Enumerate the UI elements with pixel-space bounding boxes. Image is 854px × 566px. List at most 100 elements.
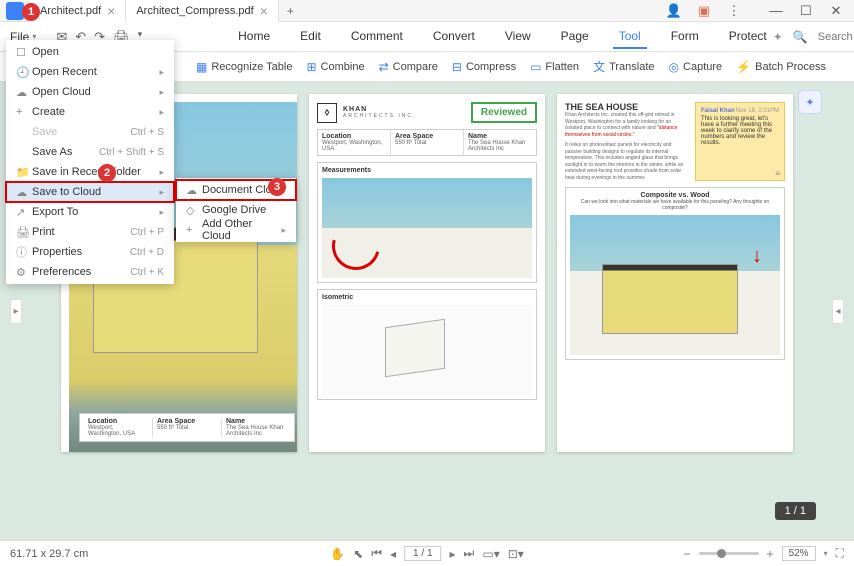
menu-items: Home Edit Comment Convert View Page Tool…: [232, 25, 773, 49]
ai-assistant-button[interactable]: ✦: [798, 90, 822, 114]
menu-form[interactable]: Form: [665, 25, 705, 49]
menu-item-create[interactable]: +Create▸: [6, 102, 174, 122]
callout-badge-1: 1: [22, 3, 40, 21]
expand-right-button[interactable]: ◂: [832, 299, 843, 324]
chevron-right-icon: ▸: [159, 187, 164, 198]
menu-comment[interactable]: Comment: [345, 25, 409, 49]
menu-item-open-recent[interactable]: 🕘Open Recent▸: [6, 62, 174, 82]
zoom-out-icon[interactable]: −: [684, 547, 691, 561]
chevron-right-icon: ▸: [281, 225, 286, 236]
measure-drawing: [322, 178, 532, 278]
iso-box: [385, 319, 445, 377]
fullscreen-icon[interactable]: ⛶: [836, 546, 844, 561]
close-icon[interactable]: ×: [107, 3, 115, 19]
info-label: Location: [88, 418, 148, 425]
menu-label: Open Recent: [32, 66, 159, 78]
next-page-icon[interactable]: ▸: [450, 547, 456, 561]
menu-label: Open Cloud: [32, 86, 159, 98]
tool-flatten[interactable]: ▭Flatten: [530, 60, 579, 74]
select-tool-icon[interactable]: ⬉: [353, 547, 363, 561]
submenu-item-add-other-cloud[interactable]: +Add Other Cloud▸: [176, 220, 296, 240]
tool-compress[interactable]: ⊟Compress: [452, 60, 516, 74]
khan-logo: ⬨: [317, 103, 337, 123]
zoom-slider[interactable]: [699, 552, 759, 555]
menu-item-save-in-recent-folder[interactable]: 📁Save in Recent Folder▸: [6, 162, 174, 182]
menu-protect[interactable]: Protect: [723, 25, 773, 49]
menu-label: Preferences: [32, 266, 130, 278]
page-title: THE SEA HOUSE: [565, 102, 689, 112]
info-val: The Sea House Khan Architects Inc: [468, 140, 532, 152]
last-page-icon[interactable]: ⏭: [464, 546, 475, 561]
comp-drawing: ↓: [570, 215, 780, 355]
zoom-thumb[interactable]: [717, 549, 726, 558]
dimensions-label: 61.71 x 29.7 cm: [10, 548, 88, 560]
add-tab-button[interactable]: +: [279, 4, 302, 18]
submenu-item-google-drive[interactable]: ◇Google Drive: [176, 200, 296, 220]
desc-text: Khan Architects Inc. created this off-gr…: [565, 112, 689, 138]
iso-drawing: [322, 305, 532, 395]
menu-page[interactable]: Page: [555, 25, 595, 49]
menu-item-preferences[interactable]: ⚙PreferencesCtrl + K: [6, 262, 174, 282]
chevron-right-icon: ▸: [159, 87, 164, 98]
prev-page-icon[interactable]: ◂: [390, 547, 396, 561]
isometric-panel: Isometric: [317, 289, 537, 400]
panel-title: Isometric: [322, 294, 532, 301]
menu-item-open[interactable]: ☐Open: [6, 42, 174, 62]
page-number[interactable]: 1 / 1: [404, 546, 441, 561]
kebab-icon[interactable]: ⋮: [720, 1, 748, 21]
menu-label: Open: [32, 46, 164, 58]
menu-icon: 🖨: [16, 226, 32, 239]
search-input[interactable]: [818, 31, 854, 43]
tool-combine[interactable]: ⊞Combine: [306, 60, 364, 74]
menu-view[interactable]: View: [499, 25, 537, 49]
compare-icon: ⇄: [379, 60, 389, 74]
composite-panel: Composite vs. Wood Can we look into what…: [565, 187, 785, 360]
sparkle-icon[interactable]: ✦: [773, 30, 783, 44]
menu-icon: ☁: [186, 184, 202, 197]
zoom-in-icon[interactable]: +: [767, 547, 774, 561]
search-icon: 🔍: [793, 30, 808, 44]
tool-capture[interactable]: ◎Capture: [669, 60, 723, 74]
close-icon[interactable]: ×: [260, 3, 268, 19]
menu-item-print[interactable]: 🖨PrintCtrl + P: [6, 222, 174, 242]
tab-architect-compress[interactable]: Architect_Compress.pdf ×: [126, 0, 279, 22]
expand-left-button[interactable]: ▸: [10, 299, 21, 324]
desc-text: It relies on photovoltaic panels for ele…: [565, 142, 689, 181]
hand-tool-icon[interactable]: ✋: [330, 547, 345, 561]
chevron-down-icon[interactable]: ▾: [824, 549, 828, 558]
menu-icon: +: [16, 106, 32, 118]
menu-item-save[interactable]: SaveCtrl + S: [6, 122, 174, 142]
tool-translate[interactable]: 文Translate: [593, 58, 654, 75]
menu-label: Save to Cloud: [32, 186, 159, 198]
menu-item-export-to[interactable]: ↗Export To▸: [6, 202, 174, 222]
menu-home[interactable]: Home: [232, 25, 276, 49]
user-icon[interactable]: 👤: [660, 1, 688, 21]
page-2-content: ⬨ KHAN ARCHITECTS INC. Reviewed Location…: [309, 94, 545, 408]
shortcut: Ctrl + P: [130, 227, 164, 238]
first-page-icon[interactable]: ⏮: [371, 546, 382, 561]
menu-item-properties[interactable]: ⓘPropertiesCtrl + D: [6, 242, 174, 262]
menu-item-save-as[interactable]: Save AsCtrl + Shift + S: [6, 142, 174, 162]
menu-label: Create: [32, 106, 159, 118]
tool-label: Compress: [466, 61, 516, 73]
translate-icon: 文: [593, 58, 605, 75]
menu-convert[interactable]: Convert: [427, 25, 481, 49]
tool-batch-process[interactable]: ⚡Batch Process: [736, 60, 826, 74]
tab-architect[interactable]: Architect.pdf ×: [30, 0, 126, 22]
layout-icon[interactable]: ▭▾: [482, 547, 499, 561]
app-box-icon[interactable]: ▣: [690, 1, 718, 21]
info-val: Westport, Washington, USA: [322, 140, 386, 152]
menu-item-open-cloud[interactable]: ☁Open Cloud▸: [6, 82, 174, 102]
tool-recognize-table[interactable]: ▦Recognize Table: [196, 60, 292, 74]
menu-item-save-to-cloud[interactable]: ☁Save to Cloud▸: [6, 182, 174, 202]
menu-tool[interactable]: Tool: [613, 25, 647, 49]
fit-icon[interactable]: ⊡▾: [508, 547, 524, 561]
note-menu-icon[interactable]: ≡: [775, 169, 780, 178]
menu-label: Save As: [32, 146, 99, 158]
tool-compare[interactable]: ⇄Compare: [379, 60, 438, 74]
statusbar: 61.71 x 29.7 cm ✋ ⬉ ⏮ ◂ 1 / 1 ▸ ⏭ ▭▾ ⊡▾ …: [0, 540, 854, 566]
menu-edit[interactable]: Edit: [294, 25, 327, 49]
sticky-note[interactable]: Faisal Khan Nov 16, 2:01PM This is looki…: [695, 102, 785, 181]
right-gutter: ◂: [822, 82, 854, 540]
zoom-percent[interactable]: 52%: [782, 546, 816, 561]
